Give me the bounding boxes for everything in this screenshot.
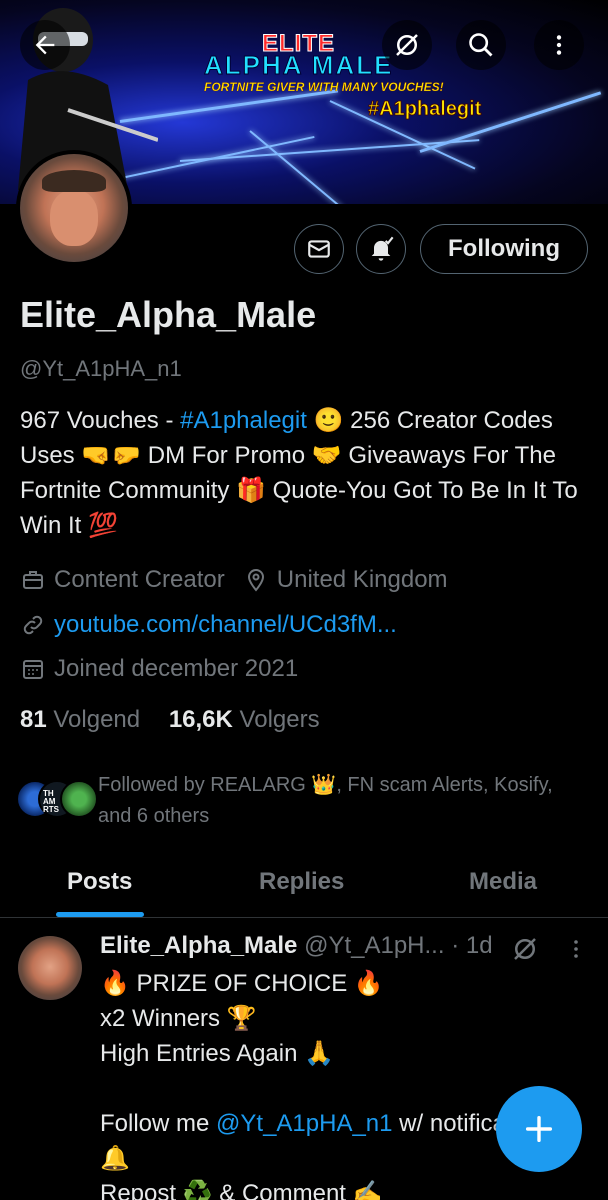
post-author-handle: @Yt_A1pH... (304, 932, 445, 959)
search-button[interactable] (456, 20, 506, 70)
profile-stats: 81 Volgend 16,6K Volgers (20, 706, 320, 734)
link-icon (20, 612, 46, 638)
profile-joined-row: Joined december 2021 (20, 655, 298, 683)
plus-icon (525, 1115, 553, 1143)
post-line: High Entries Again 🙏 (100, 1040, 334, 1067)
following-label: Volgend (53, 706, 141, 733)
post-line: Repost ♻️ & Comment ✍️ (100, 1180, 383, 1200)
followers-count: 16,6K (168, 706, 233, 733)
briefcase-icon (20, 567, 46, 593)
profile-website-link[interactable]: youtube.com/channel/UCd3fM... (54, 611, 397, 639)
back-button[interactable] (20, 20, 70, 70)
profile-handle: @Yt_A1pHA_n1 (20, 356, 182, 381)
post-header: Elite_Alpha_Male @Yt_A1pH... · 1d (100, 932, 493, 960)
profile-website-row[interactable]: youtube.com/channel/UCd3fM... (20, 611, 397, 639)
post-mention-link[interactable]: @Yt_A1pHA_n1 (216, 1110, 392, 1137)
followers-label: Volgers (239, 706, 320, 733)
post-author-name[interactable]: Elite_Alpha_Male (100, 932, 297, 959)
grok-icon (396, 34, 418, 56)
tab-posts[interactable]: Posts (67, 868, 132, 896)
more-vertical-icon (556, 35, 562, 55)
calendar-icon (20, 656, 46, 682)
arrow-left-icon (35, 35, 55, 55)
grok-post-icon[interactable] (510, 934, 540, 964)
notifications-button[interactable] (356, 224, 406, 274)
post-more-icon[interactable] (564, 936, 588, 962)
tab-media[interactable]: Media (469, 868, 537, 896)
profile-avatar[interactable] (16, 150, 132, 266)
profile-location: United Kingdom (276, 566, 448, 593)
following-count: 81 (20, 706, 47, 733)
bio-hashtag-link[interactable]: #A1phalegit (180, 407, 307, 434)
profile-meta-row: Content Creator United Kingdom (20, 566, 448, 594)
profile-category: Content Creator (54, 566, 225, 593)
message-button[interactable] (294, 224, 344, 274)
more-button[interactable] (534, 20, 584, 70)
profile-bio: 967 Vouches - #A1phalegit 🙂 256 Creator … (20, 403, 595, 543)
location-pin-icon (243, 567, 269, 593)
followed-by-text[interactable]: Followed by REALARG 👑, FN scam Alerts, K… (98, 770, 568, 832)
envelope-icon (308, 240, 330, 258)
following-button[interactable]: Following (420, 224, 588, 274)
tab-replies[interactable]: Replies (259, 868, 344, 896)
following-stat[interactable]: 81 Volgend (20, 706, 140, 733)
post-line: x2 Winners 🏆 (100, 1005, 257, 1032)
banner-title-line2: ALPHA MALE (203, 50, 394, 81)
grok-button[interactable] (382, 20, 432, 70)
profile-name: Elite_Alpha_Male (20, 294, 317, 335)
post-line: 🔥 PRIZE OF CHOICE 🔥 (100, 970, 384, 997)
banner-hashtag: #A1phalegit (368, 98, 482, 121)
bell-check-icon (371, 236, 394, 261)
post-time: · 1d (451, 932, 493, 959)
profile-tabs: Posts Replies Media (0, 850, 608, 918)
compose-post-button[interactable] (496, 1086, 582, 1172)
followers-stat[interactable]: 16,6K Volgers (169, 706, 320, 733)
banner-subtitle: FORTNITE GIVER WITH MANY VOUCHES! (204, 80, 444, 94)
search-icon (469, 33, 493, 57)
bio-text-start: 967 Vouches - (20, 407, 181, 434)
post-author-avatar[interactable] (18, 936, 82, 1000)
active-tab-indicator (56, 912, 144, 917)
profile-joined-date: Joined december 2021 (54, 655, 299, 682)
